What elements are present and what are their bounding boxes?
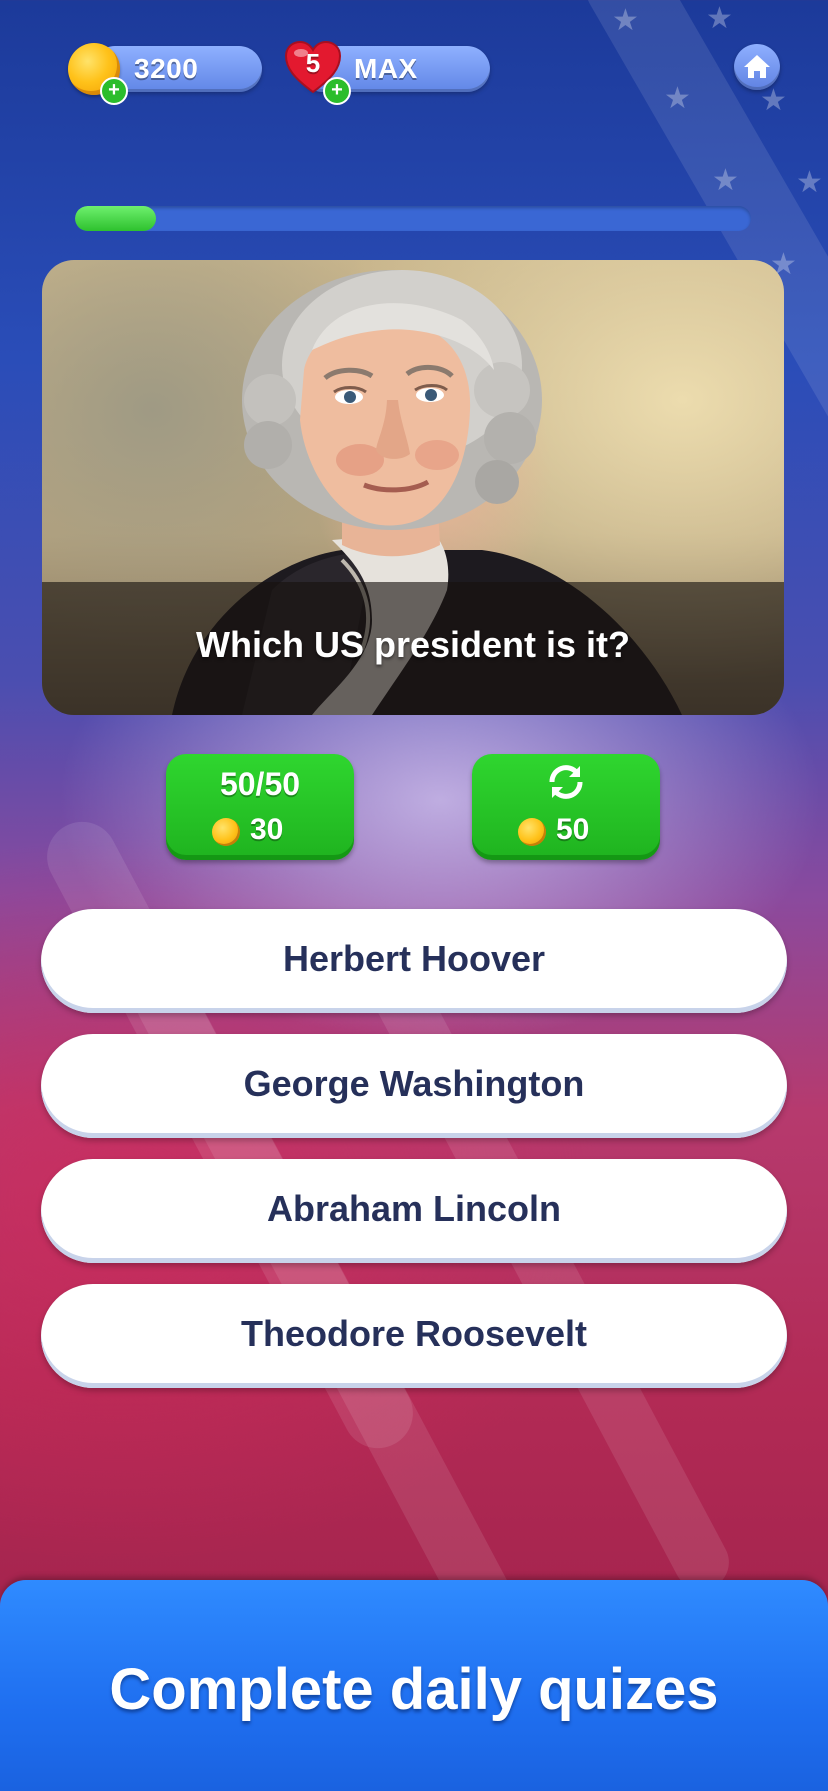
answer-option-2[interactable]: George Washington	[41, 1034, 787, 1138]
promo-banner-text: Complete daily quizes	[109, 1657, 719, 1722]
question-card: Which US president is it?	[42, 260, 784, 715]
fifty-fifty-cost: 30	[250, 813, 284, 846]
fifty-fifty-label: 50/50	[219, 766, 301, 802]
swap-cost: 50	[556, 813, 590, 846]
refresh-icon	[472, 762, 660, 810]
add-coins-icon[interactable]: +	[100, 77, 128, 105]
answer-option-4[interactable]: Theodore Roosevelt	[41, 1284, 787, 1388]
background-star: ★	[712, 163, 739, 198]
answer-option-1[interactable]: Herbert Hoover	[41, 909, 787, 1013]
lives-status: MAX	[354, 53, 418, 84]
background-star: ★	[612, 3, 639, 38]
quiz-progress-fill	[75, 206, 157, 231]
add-lives-icon[interactable]: +	[323, 77, 351, 105]
background-star: ★	[760, 83, 787, 118]
swap-question-button[interactable]: 50	[472, 754, 660, 860]
lives-count: 5	[305, 48, 321, 78]
home-icon	[744, 55, 770, 78]
background-star: ★	[664, 81, 691, 116]
coin-icon	[212, 818, 240, 846]
background-star: ★	[796, 165, 823, 200]
background-star: ★	[706, 1, 733, 36]
home-button[interactable]	[734, 44, 780, 90]
answer-option-3[interactable]: Abraham Lincoln	[41, 1159, 787, 1263]
question-text: Which US president is it?	[195, 624, 631, 665]
promo-banner: Complete daily quizes	[0, 1580, 828, 1791]
coin-icon	[518, 818, 546, 846]
coin-count: 3200	[134, 53, 199, 84]
quiz-progress-bar	[75, 206, 751, 231]
fifty-fifty-button[interactable]: 50/50 30	[166, 754, 354, 860]
